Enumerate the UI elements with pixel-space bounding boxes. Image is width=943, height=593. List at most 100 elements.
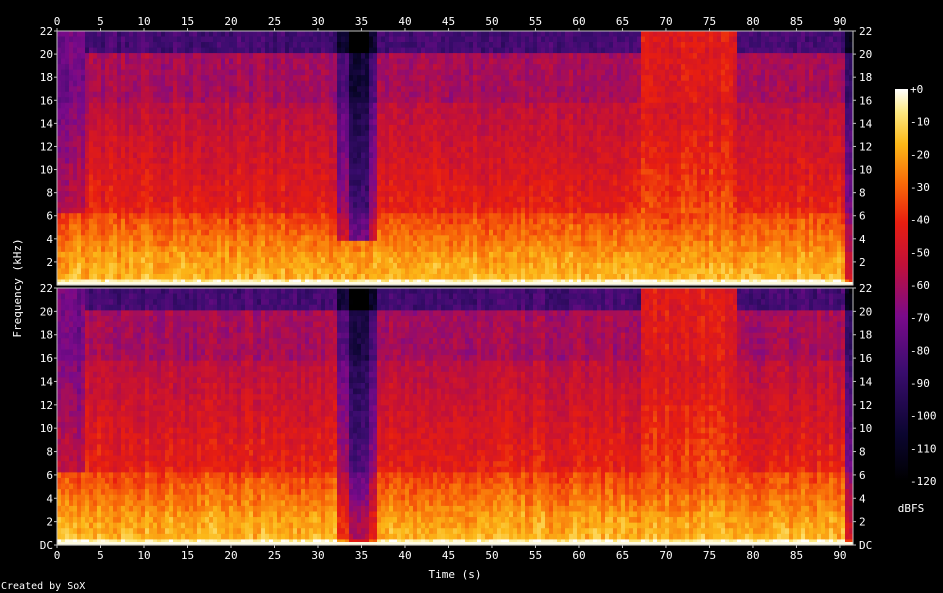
spectrogram-cell <box>225 251 229 258</box>
spectrogram-cell <box>225 268 229 275</box>
spectrogram-cell <box>429 251 433 258</box>
spectrogram-cell <box>117 146 121 154</box>
spectrogram-cell <box>193 108 197 115</box>
spectrogram-cell <box>205 141 209 148</box>
spectrogram-cell <box>293 229 297 236</box>
spectrogram-cell <box>137 119 141 126</box>
spectrogram-cell <box>101 146 105 154</box>
spectrogram-cell <box>309 174 313 181</box>
spectrogram-cell <box>145 102 149 109</box>
spectrogram-cell <box>377 240 381 247</box>
spectrogram-cell <box>237 229 241 236</box>
spectrogram-cell <box>205 119 209 126</box>
spectrogram-cell <box>453 152 457 159</box>
spectrogram-cell <box>177 240 181 247</box>
spectrogram-cell <box>373 207 377 214</box>
spectrogram-cell <box>109 97 113 104</box>
spectrogram-cell <box>245 174 249 181</box>
spectrogram-cell <box>65 229 69 236</box>
spectrogram-cell <box>281 47 285 54</box>
spectrogram-cell <box>373 141 377 148</box>
spectrogram-cell <box>205 246 209 253</box>
spectrogram-cell <box>89 257 93 264</box>
spectrogram-cell <box>237 42 241 49</box>
spectrogram-cell <box>469 202 473 209</box>
spectrogram-cell <box>121 97 125 104</box>
spectrogram-cell <box>293 235 297 242</box>
spectrogram-cell <box>117 229 121 236</box>
spectrogram-cell <box>161 213 165 220</box>
spectrogram-cell <box>417 180 421 187</box>
spectrogram-cell <box>157 257 161 264</box>
spectrogram-cell <box>253 130 257 137</box>
spectrogram-cell <box>297 75 301 82</box>
spectrogram-cell <box>161 64 165 71</box>
spectrogram-cell <box>133 58 137 65</box>
spectrogram-cell <box>477 163 481 170</box>
spectrogram-cell <box>393 152 397 159</box>
spectrogram-cell <box>177 53 181 60</box>
spectrogram-cell <box>121 124 125 131</box>
spectrogram-cell <box>285 202 289 209</box>
spectrogram-cell <box>225 135 229 143</box>
spectrogram-cell <box>237 113 241 120</box>
spectrogram-cell <box>349 53 353 60</box>
spectrogram-cell <box>337 224 341 231</box>
spectrogram-cell <box>69 262 73 270</box>
spectrogram-cell <box>437 86 441 93</box>
spectrogram-cell <box>125 251 129 258</box>
spectrogram-cell <box>281 224 285 231</box>
spectrogram-cell <box>461 202 465 209</box>
spectrogram-cell <box>169 202 173 209</box>
spectrogram-cell <box>389 268 393 275</box>
spectrogram-cell <box>325 207 329 214</box>
spectrogram-cell <box>229 64 233 71</box>
spectrogram-cell <box>269 130 273 137</box>
spectrogram-cell <box>317 135 321 143</box>
spectrogram-cell <box>237 31 241 38</box>
spectrogram-cell <box>401 235 405 242</box>
spectrogram-cell <box>365 108 369 115</box>
spectrogram-cell <box>281 229 285 236</box>
spectrogram-cell <box>341 196 345 203</box>
spectrogram-cell <box>349 102 353 109</box>
spectrogram-cell <box>61 58 65 65</box>
spectrogram-cell <box>85 91 89 98</box>
spectrogram-cell <box>149 135 153 143</box>
spectrogram-cell <box>409 174 413 181</box>
spectrogram-cell <box>81 207 85 214</box>
spectrogram-cell <box>245 42 249 49</box>
spectrogram-cell <box>401 273 405 281</box>
spectrogram-cell <box>361 102 365 109</box>
spectrogram-cell <box>489 169 493 176</box>
spectrogram-cell <box>217 213 221 220</box>
spectrogram-cell <box>457 191 461 198</box>
spectrogram-cell <box>401 97 405 104</box>
spectrogram-cell <box>293 240 297 247</box>
spectrogram-cell <box>57 191 61 198</box>
spectrogram-cell <box>141 124 145 131</box>
spectrogram-cell <box>169 58 173 65</box>
spectrogram-cell <box>325 257 329 264</box>
spectrogram-cell <box>153 196 157 203</box>
spectrogram-cell <box>349 169 353 176</box>
spectrogram-cell <box>197 251 201 258</box>
spectrogram-cell <box>85 191 89 198</box>
spectrogram-cell <box>261 80 265 87</box>
spectrogram-cell <box>293 36 297 43</box>
spectrogram-cell <box>413 69 417 76</box>
spectrogram-cell <box>297 185 301 192</box>
spectrogram-cell <box>237 191 241 198</box>
spectrogram-cell <box>449 135 453 143</box>
spectrogram-cell <box>465 146 469 154</box>
spectrogram-cell <box>153 91 157 98</box>
spectrogram-cell <box>277 213 281 220</box>
spectrogram-cell <box>169 113 173 120</box>
spectrogram-cell <box>85 213 89 220</box>
spectrogram-cell <box>285 213 289 220</box>
spectrogram-cell <box>281 119 285 126</box>
spectrogram-cell <box>313 158 317 165</box>
spectrogram-cell <box>345 47 349 54</box>
spectrogram-cell <box>373 31 377 38</box>
spectrogram-cell <box>81 257 85 264</box>
